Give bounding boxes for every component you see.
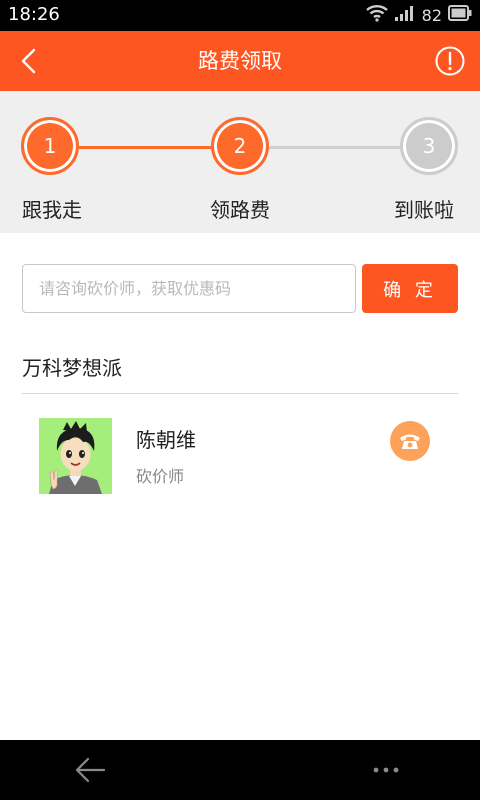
step-2-label: 领路费	[210, 198, 270, 222]
step-2-number: 2	[233, 134, 247, 158]
battery-icon	[448, 5, 472, 25]
person-name: 陈朝维	[136, 428, 196, 452]
signal-icon	[394, 4, 416, 26]
coupon-code-input[interactable]	[22, 264, 356, 313]
phone-icon	[400, 434, 420, 449]
status-icons: 82	[365, 4, 472, 26]
step-connector-pending	[269, 146, 401, 149]
step-3-number: 3	[422, 134, 436, 158]
wifi-icon	[365, 4, 388, 26]
app-header: 路费领取	[0, 31, 480, 91]
step-1-circle: 1	[21, 117, 79, 175]
exclamation-circle-icon	[435, 46, 465, 76]
divider	[22, 393, 458, 394]
back-arrow-icon	[75, 757, 106, 783]
navigation-bar	[0, 740, 480, 800]
call-button[interactable]	[390, 421, 430, 461]
status-time: 18:26	[8, 4, 60, 25]
step-1-label: 跟我走	[22, 198, 82, 222]
info-button[interactable]	[434, 45, 466, 77]
person-role: 砍价师	[136, 467, 185, 486]
step-1-number: 1	[43, 134, 57, 158]
battery-percent: 82	[421, 5, 442, 25]
step-2-circle: 2	[211, 117, 269, 175]
confirm-button[interactable]: 确 定	[362, 264, 458, 313]
nav-more-button[interactable]	[366, 762, 406, 778]
page-title: 路费领取	[198, 49, 282, 73]
avatar	[39, 418, 112, 494]
status-bar: 18:26 82	[0, 0, 480, 31]
more-dots-icon	[373, 767, 399, 773]
step-3-label: 到账啦	[394, 198, 454, 222]
step-progress: 1 2 3 跟我走 领路费 到账啦	[0, 91, 480, 233]
step-connector-done	[79, 146, 211, 149]
section-title: 万科梦想派	[22, 356, 122, 380]
step-3-circle: 3	[400, 117, 458, 175]
nav-back-button[interactable]	[70, 754, 110, 786]
